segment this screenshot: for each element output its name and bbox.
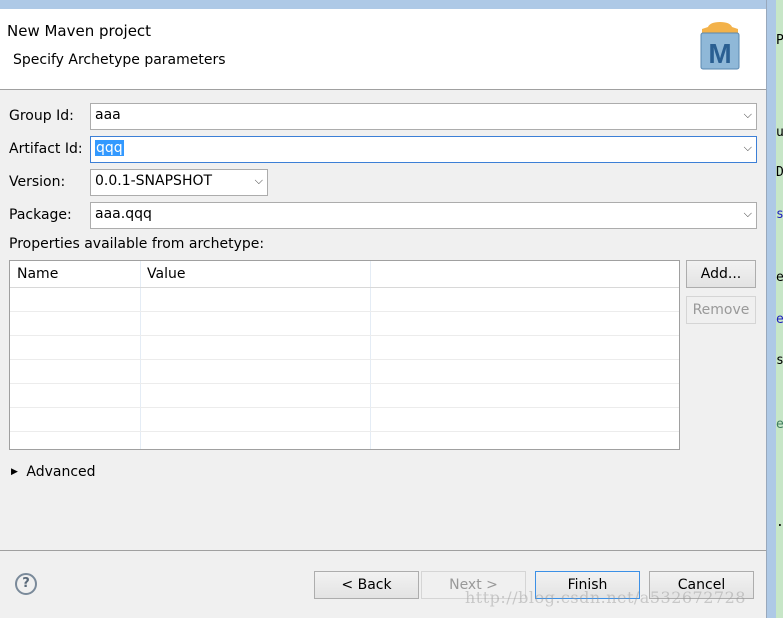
editor-char: P (776, 33, 783, 48)
wizard-header: New Maven project Specify Archetype para… (0, 9, 766, 90)
window-frame (766, 0, 776, 618)
page-title: New Maven project (7, 22, 152, 40)
editor-char: s (776, 353, 783, 368)
chevron-down-icon[interactable]: ⌵ (255, 174, 263, 188)
artifact-id-label: Artifact Id: (9, 141, 83, 157)
column-header-name[interactable]: Name (10, 261, 58, 287)
back-button[interactable]: < Back (314, 571, 419, 599)
editor-char: e (776, 417, 783, 432)
editor-char: u (776, 125, 783, 140)
help-icon[interactable]: ? (15, 573, 37, 595)
artifact-id-combo[interactable]: qqq ⌵ (90, 136, 757, 163)
properties-label: Properties available from archetype: (9, 236, 265, 252)
editor-char: s (776, 207, 783, 222)
editor-char: e (776, 270, 783, 285)
chevron-down-icon[interactable]: ⌵ (744, 141, 752, 155)
column-header-value[interactable]: Value (140, 261, 185, 287)
advanced-toggle[interactable]: ▶ Advanced (11, 464, 96, 480)
button-bar-separator (0, 550, 766, 551)
group-id-combo[interactable]: aaa ⌵ (90, 103, 757, 130)
background-editor: P u D s e e s e . (776, 0, 783, 618)
editor-char: D (776, 165, 783, 180)
package-value: aaa.qqq (95, 206, 152, 222)
watermark: http://blog.csdn.net/a532672728 (465, 588, 746, 607)
version-label: Version: (9, 174, 66, 190)
package-label: Package: (9, 207, 72, 223)
artifact-id-value: qqq (95, 140, 124, 156)
maven-logo-icon: M (700, 22, 740, 70)
version-combo[interactable]: 0.0.1-SNAPSHOT ⌵ (90, 169, 268, 196)
group-id-label: Group Id: (9, 108, 74, 124)
chevron-down-icon[interactable]: ⌵ (744, 108, 752, 122)
window-titlebar (0, 0, 770, 9)
remove-property-button[interactable]: Remove (686, 296, 756, 324)
group-id-value: aaa (95, 107, 121, 123)
editor-char: . (776, 515, 783, 530)
page-subtitle: Specify Archetype parameters (13, 52, 226, 68)
advanced-label: Advanced (26, 464, 96, 480)
package-combo[interactable]: aaa.qqq ⌵ (90, 202, 757, 229)
chevron-down-icon[interactable]: ⌵ (744, 207, 752, 221)
svg-text:M: M (708, 38, 731, 69)
expand-triangle-icon[interactable]: ▶ (11, 467, 18, 477)
version-value: 0.0.1-SNAPSHOT (95, 173, 213, 189)
editor-char: e (776, 312, 783, 327)
add-property-button[interactable]: Add... (686, 260, 756, 288)
properties-table[interactable]: Name Value (9, 260, 680, 450)
